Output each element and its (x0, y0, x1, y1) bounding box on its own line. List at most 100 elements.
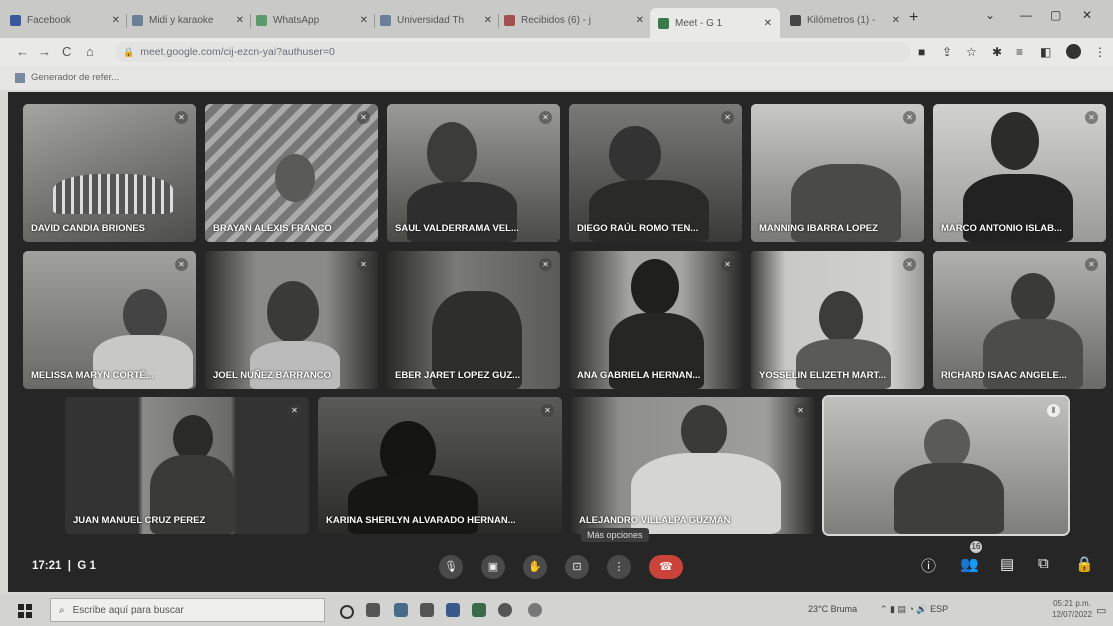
cortana-icon[interactable] (340, 605, 354, 619)
windows-start-icon[interactable] (18, 604, 32, 618)
close-icon[interactable]: ✕ (630, 15, 644, 26)
forward-button[interactable]: → (38, 44, 51, 59)
participant-name: MELISSA MARYN CORTÉ... (31, 370, 154, 381)
participant-tile[interactable]: ⦀ (822, 395, 1070, 536)
participant-tile[interactable]: ✕ JUAN MANUEL CRUZ PEREZ (65, 397, 309, 534)
participant-tile[interactable]: ✕ DAVID CANDIA BRIONES (23, 104, 196, 242)
camera-button[interactable]: ▣ (481, 555, 505, 579)
close-icon[interactable]: ✕ (886, 15, 900, 26)
bookmarks-bar: Generador de refer... (0, 66, 1113, 90)
playlist-icon[interactable]: ≡ (1016, 45, 1023, 59)
participant-tile[interactable]: ✕ ALEJANDRO VILLALPA GUZMÁN (571, 397, 815, 534)
chat-icon[interactable]: ▤ (1000, 555, 1014, 573)
star-icon[interactable]: ☆ (966, 45, 977, 59)
menu-icon[interactable]: ⋮ (1094, 45, 1106, 59)
host-controls-icon[interactable]: 🔒 (1075, 555, 1094, 573)
mic-off-icon: ✕ (903, 111, 916, 124)
maximize-button[interactable]: ▢ (1050, 8, 1061, 22)
page-icon (132, 14, 143, 26)
url-bar[interactable]: 🔒 meet.google.com/cij-ezcn-yai?authuser=… (115, 42, 910, 62)
browser-tab-bar: Facebook ✕ Midi y karaoke ✕ WhatsApp ✕ Univ… (0, 0, 1113, 38)
close-window-button[interactable]: ✕ (1082, 8, 1092, 22)
more-options-button[interactable]: ⋮ (607, 555, 631, 579)
participant-name: JOEL NUÑEZ BARRANCO (213, 370, 332, 381)
linkedin-icon[interactable] (394, 603, 408, 617)
mic-off-icon: ✕ (1085, 111, 1098, 124)
tab-universidad[interactable]: Universidad Th ✕ (380, 8, 492, 32)
mic-off-icon: ✕ (357, 258, 370, 271)
taskbar-search-input[interactable]: ⌕ Escribe aquí para buscar (50, 598, 325, 622)
participant-name: MARCO ANTONIO ISLAB... (941, 223, 1062, 234)
participant-tile[interactable]: ✕ YOSSELIN ELIZETH MART... (751, 251, 924, 389)
participant-tile[interactable]: ✕ BRAYAN ALEXIS FRANCO (205, 104, 378, 242)
task-view-icon[interactable] (366, 603, 380, 617)
page-icon (790, 14, 801, 26)
store-icon[interactable] (420, 603, 434, 617)
participant-tile[interactable]: ✕ MELISSA MARYN CORTÉ... (23, 251, 196, 389)
participant-name: MANNING IBARRA LOPEZ (759, 223, 878, 234)
tab-search-icon[interactable]: ⌄ (985, 8, 995, 22)
profile-avatar[interactable] (1066, 44, 1081, 59)
bookmark-icon (15, 72, 25, 83)
participant-name: ANA GABRIELA HERNAN... (577, 370, 701, 381)
raise-hand-button[interactable]: ✋ (523, 555, 547, 579)
close-icon[interactable]: ✕ (230, 15, 244, 26)
meeting-info: 17:21 | G 1 (32, 560, 96, 572)
info-icon[interactable]: ⓘ (921, 555, 936, 576)
participant-name: YOSSELIN ELIZETH MART... (759, 370, 887, 381)
tab-meet[interactable]: Meet - G 1 ✕ (650, 8, 780, 38)
home-button[interactable]: ⌂ (86, 44, 94, 59)
close-icon[interactable]: ✕ (354, 15, 368, 26)
chrome-alt-icon[interactable] (528, 603, 542, 617)
participant-name: RICHARD ISAAC ANGELE... (941, 370, 1067, 381)
participant-tile[interactable]: ✕ RICHARD ISAAC ANGELE... (933, 251, 1106, 389)
mic-off-icon: ✕ (903, 258, 916, 271)
mic-off-icon: ✕ (175, 258, 188, 271)
close-icon[interactable]: ✕ (758, 18, 772, 29)
participant-name: SAUL VALDERRAMA VEL... (395, 223, 519, 234)
participant-tile[interactable]: ✕ KARINA SHERLYN ALVARADO HERNAN... (318, 397, 562, 534)
close-icon[interactable]: ✕ (106, 15, 120, 26)
chrome-icon[interactable] (498, 603, 512, 617)
participant-name: KARINA SHERLYN ALVARADO HERNAN... (326, 515, 516, 526)
sidepanel-icon[interactable]: ◧ (1040, 45, 1051, 59)
participant-tile[interactable]: ✕ DIEGO RAÚL ROMO TEN... (569, 104, 742, 242)
activities-icon[interactable]: ⧉ (1038, 555, 1049, 572)
taskbar-clock[interactable]: 05:21 p.m. 12/07/2022 (1052, 598, 1092, 620)
tab-facebook[interactable]: Facebook ✕ (10, 8, 120, 32)
extensions-icon[interactable]: ✱ (992, 45, 1002, 59)
whatsapp-icon (256, 14, 267, 26)
back-button[interactable]: ← (16, 44, 29, 59)
participant-tile[interactable]: ✕ ANA GABRIELA HERNAN... (569, 251, 742, 389)
participant-tile[interactable]: ✕ MANNING IBARRA LOPEZ (751, 104, 924, 242)
close-icon[interactable]: ✕ (478, 15, 492, 26)
participant-tile[interactable]: ✕ MARCO ANTONIO ISLAB... (933, 104, 1106, 242)
present-button[interactable]: ⊡ (565, 555, 589, 579)
facebook-icon (10, 14, 21, 26)
weather-widget[interactable]: 23°C Bruma (808, 604, 857, 614)
bookmark-item[interactable]: Generador de refer... (15, 72, 119, 83)
notifications-icon[interactable]: ▭ (1096, 604, 1106, 617)
tab-midi[interactable]: Midi y karaoke ✕ (132, 8, 244, 32)
excel-icon[interactable] (472, 603, 486, 617)
tab-whatsapp[interactable]: WhatsApp ✕ (256, 8, 368, 32)
mic-off-icon: ✕ (1085, 258, 1098, 271)
camera-icon[interactable]: ■ (918, 45, 925, 59)
minimize-button[interactable]: — (1020, 8, 1032, 22)
speaking-indicator-icon: ⦀ (1047, 404, 1060, 417)
new-tab-button[interactable]: + (909, 9, 918, 27)
lock-icon: 🔒 (123, 46, 135, 57)
leave-call-button[interactable]: ☎ (649, 555, 683, 579)
participant-name: JUAN MANUEL CRUZ PEREZ (73, 515, 206, 526)
participant-tile[interactable]: ✕ EBER JARET LOPEZ GUZ... (387, 251, 560, 389)
mic-button[interactable]: 🎙 (439, 555, 463, 579)
tab-kilometros[interactable]: Kilómetros (1) - ✕ (790, 8, 900, 32)
participant-tile[interactable]: ✕ JOEL NUÑEZ BARRANCO (205, 251, 378, 389)
share-icon[interactable]: ⇪ (942, 45, 952, 59)
reload-button[interactable]: C (62, 44, 71, 59)
participant-tile[interactable]: ✕ SAUL VALDERRAMA VEL... (387, 104, 560, 242)
system-tray-icons[interactable]: ⌃ ▮ ▤ ◔ 🔊 ESP (880, 604, 948, 615)
people-icon[interactable]: 👥 (960, 555, 979, 573)
tab-gmail[interactable]: Recibidos (6) - j ✕ (504, 8, 644, 32)
word-icon[interactable] (446, 603, 460, 617)
